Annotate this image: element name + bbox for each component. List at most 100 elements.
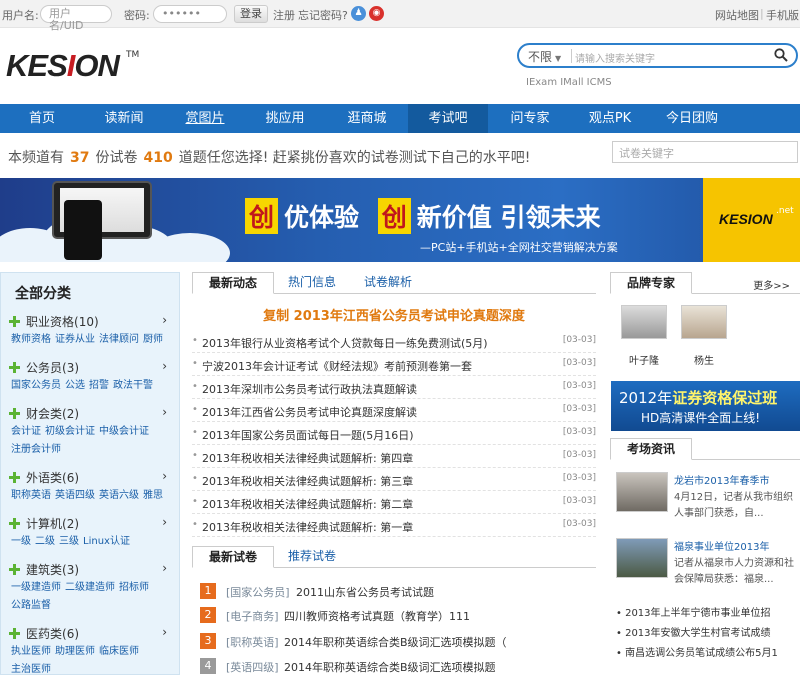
category-link[interactable]: 会计证 — [11, 426, 41, 437]
securities-course-ad[interactable]: 2012年证券资格保过班 HD高清课件全面上线! — [611, 381, 800, 431]
category-sidebar: 全部分类 职业资格(10) › 教师资格 证券从业 法律顾问 厨师 公务员(3) › … — [0, 272, 180, 675]
category-link[interactable]: 英语六级 — [99, 490, 139, 501]
nav-debate[interactable]: 观点PK — [570, 104, 650, 133]
category-header[interactable]: 职业资格(10) — [9, 313, 99, 330]
category-link[interactable]: Linux认证 — [83, 536, 130, 547]
username-label: 用户名: — [2, 9, 39, 22]
category-header[interactable]: 建筑类(3) — [9, 561, 79, 578]
login-button[interactable]: 登录 — [234, 5, 268, 23]
category-header[interactable]: 医药类(6) — [9, 625, 79, 642]
tab-recommended-exams[interactable]: 推荐试卷 — [280, 546, 344, 568]
channel-intro: 本频道有 37 份试卷 410 道题任您选择! 赶紧挑份喜欢的试卷测试下自己的水平吧! — [8, 150, 531, 166]
category-link[interactable]: 一级 — [11, 536, 31, 547]
category-link[interactable]: 厨师 — [143, 334, 163, 345]
tab-latest-exams[interactable]: 最新试卷 — [192, 546, 274, 568]
news-headline[interactable]: 复制 2013年江西省公务员考试申论真题深度 — [192, 305, 596, 324]
trademark: TM — [126, 50, 140, 60]
category-header[interactable]: 外语类(6) — [9, 469, 79, 486]
category-link[interactable]: 证券从业 — [55, 334, 95, 345]
register-link[interactable]: 注册 — [273, 7, 295, 23]
tab-latest[interactable]: 最新动态 — [192, 272, 274, 294]
mobile-version-link[interactable]: 手机版 — [766, 7, 799, 23]
category-link[interactable]: 招标师 — [119, 582, 149, 593]
more-link[interactable]: 更多>> — [753, 277, 790, 292]
category-link[interactable]: 英语四级 — [55, 490, 95, 501]
password-label: 密码: — [124, 9, 150, 22]
category-header[interactable]: 公务员(3) — [9, 359, 79, 376]
site-search-box[interactable]: 不限 ▼ 请输入搜索关键字 — [517, 43, 798, 68]
divider — [571, 49, 572, 63]
paper-search-input[interactable]: 试卷关键字 — [612, 141, 798, 163]
plus-icon — [9, 518, 20, 529]
news-tabs: 最新动态 热门信息 试卷解析 — [192, 272, 596, 294]
category-link[interactable]: 国家公务员 — [11, 380, 61, 391]
promo-banner[interactable]: 创优体验 创新价值 引领未来 —PC站+手机站+全网社交营销解决方案 KESIO… — [0, 178, 800, 262]
category-link[interactable]: 中级会计证 — [99, 426, 149, 437]
list-item[interactable]: • 2013年安徽大学生村官考试成绩 — [616, 624, 800, 639]
category-link[interactable]: 一级建造师 — [11, 582, 61, 593]
nav-apps[interactable]: 挑应用 — [245, 104, 325, 133]
username-input[interactable]: 用户名/UID — [40, 5, 112, 32]
tab-analysis[interactable]: 试卷解析 — [356, 272, 420, 294]
chevron-right-icon[interactable]: › — [162, 313, 167, 327]
password-input[interactable]: •••••• — [153, 5, 227, 23]
qq-login-icon[interactable]: ♟ — [351, 6, 366, 21]
nav-home[interactable]: 首页 — [2, 104, 82, 133]
nav-expert[interactable]: 问专家 — [490, 104, 570, 133]
chevron-right-icon[interactable]: › — [162, 405, 167, 419]
nav-mall[interactable]: 逛商城 — [327, 104, 407, 133]
category-link[interactable]: 公路监督 — [11, 600, 51, 611]
search-sublinks[interactable]: IExam IMall ICMS — [526, 77, 612, 88]
category-link[interactable]: 教师资格 — [11, 334, 51, 345]
category-link[interactable]: 雅思 — [143, 490, 163, 501]
chevron-right-icon[interactable]: › — [162, 359, 167, 373]
chevron-right-icon[interactable]: › — [162, 469, 167, 483]
category-link[interactable]: 政法干警 — [113, 380, 153, 391]
category-link[interactable]: 招警 — [89, 380, 109, 391]
search-icon[interactable] — [774, 48, 788, 62]
category-link[interactable]: 二级 — [35, 536, 55, 547]
question-count: 410 — [143, 150, 173, 166]
category-header[interactable]: 财会类(2) — [9, 405, 79, 422]
search-scope-select[interactable]: 不限 ▼ — [528, 48, 561, 65]
chevron-right-icon[interactable]: › — [162, 625, 167, 639]
expert-card[interactable]: 叶子隆 — [621, 305, 667, 367]
site-logo[interactable]: KESION TM — [6, 50, 139, 81]
category-link[interactable]: 执业医师 — [11, 646, 51, 657]
category-link[interactable]: 二级建造师 — [65, 582, 115, 593]
category-header[interactable]: 计算机(2) — [9, 515, 79, 532]
forgot-password-link[interactable]: 忘记密码? — [298, 7, 348, 23]
plus-icon — [9, 564, 20, 575]
list-item[interactable]: • 南昌选调公务员笔试成绩公布5月1 — [616, 644, 800, 659]
category-link[interactable]: 职称英语 — [11, 490, 51, 501]
exam-info-header: 考场资讯 — [610, 438, 800, 460]
nav-news[interactable]: 读新闻 — [84, 104, 164, 133]
phone-graphic — [64, 200, 102, 260]
category-link[interactable]: 注册会计师 — [11, 444, 61, 455]
nav-pictures[interactable]: 赏图片 — [165, 104, 245, 133]
category-link[interactable]: 法律顾问 — [99, 334, 139, 345]
tab-hot[interactable]: 热门信息 — [280, 272, 344, 294]
search-input[interactable]: 请输入搜索关键字 — [575, 50, 655, 65]
tab-exam-info[interactable]: 考场资讯 — [610, 438, 692, 460]
paper-count: 37 — [70, 150, 90, 166]
tab-brand-experts[interactable]: 品牌专家 — [610, 272, 692, 294]
category-link[interactable]: 公选 — [65, 380, 85, 391]
category-link[interactable]: 初级会计证 — [45, 426, 95, 437]
sitemap-link[interactable]: 网站地图 — [715, 7, 759, 23]
category-link[interactable]: 主治医师 — [11, 664, 51, 674]
banner-brand-logo: KESION .net — [703, 178, 800, 262]
weibo-login-icon[interactable]: ◉ — [369, 6, 384, 21]
chevron-right-icon[interactable]: › — [162, 515, 167, 529]
category-link[interactable]: 临床医师 — [99, 646, 139, 657]
news-thumbnail — [616, 538, 668, 578]
list-item[interactable]: • 2013年上半年宁德市事业单位招 — [616, 604, 800, 619]
top-login-bar: 用户名: 用户名/UID 密码: •••••• 登录 注册 忘记密码? ♟ ◉ … — [0, 0, 800, 32]
category-link[interactable]: 助理医师 — [55, 646, 95, 657]
category-link[interactable]: 三级 — [59, 536, 79, 547]
main-nav: 首页 读新闻 赏图片 挑应用 逛商城 考试吧 问专家 观点PK 今日团购 — [0, 104, 800, 133]
nav-exam[interactable]: 考试吧 — [408, 104, 488, 133]
chevron-right-icon[interactable]: › — [162, 561, 167, 575]
nav-groupbuy[interactable]: 今日团购 — [652, 104, 732, 133]
expert-card[interactable]: 杨生 — [681, 305, 727, 367]
